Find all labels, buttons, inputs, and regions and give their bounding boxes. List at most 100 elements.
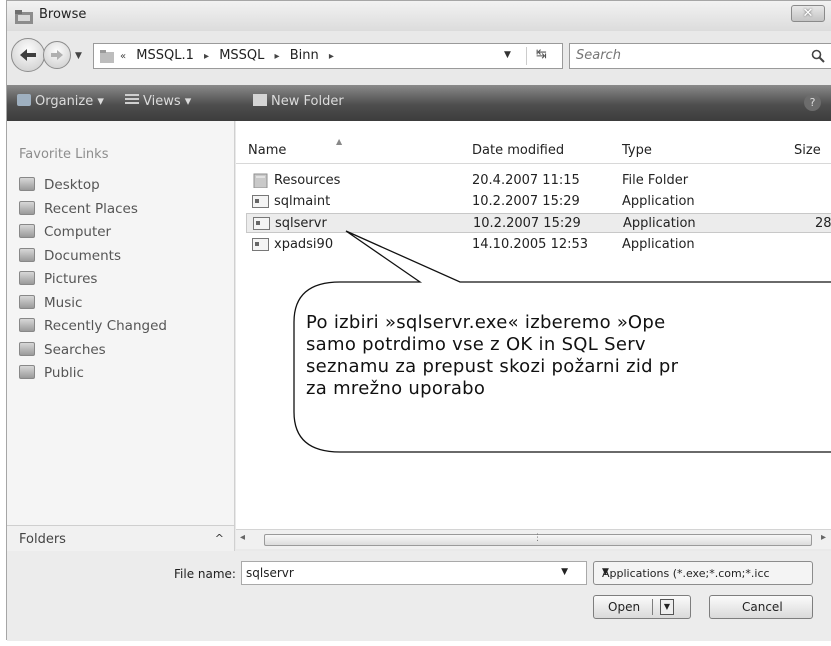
views-button[interactable]: Views ▾ [125, 94, 191, 109]
file-type-select[interactable]: Applications (*.exe;*.com;*.icc ▼ [593, 561, 813, 585]
recent-pages-dropdown[interactable]: ▼ [75, 51, 82, 61]
address-dropdown[interactable]: ▼ [504, 50, 511, 60]
crumb-arrow[interactable]: ▸ [329, 51, 334, 62]
split-divider [652, 599, 653, 615]
table-row-selected[interactable]: sqlservr 10.2.2007 15:29 Application 28 [246, 213, 831, 233]
file-name-input[interactable] [246, 566, 546, 580]
folder-icon [253, 173, 268, 188]
file-name-label: File name: [174, 567, 236, 581]
sidebar-item-computer[interactable]: Computer [19, 224, 167, 248]
address-row: ▼ « MSSQL.1 ▸ MSSQL ▸ Binn ▸ ▼ ↹ [7, 31, 831, 81]
file-type: File Folder [622, 173, 689, 188]
crumb-binn[interactable]: Binn [290, 48, 319, 63]
table-row[interactable]: xpadsi90 14.10.2005 12:53 Application [246, 235, 831, 255]
overflow-chevron[interactable]: « [120, 51, 126, 62]
horizontal-scrollbar[interactable]: ◂ ⋮ ▸ [236, 529, 831, 549]
crumb-mssql1[interactable]: MSSQL.1 [136, 48, 194, 63]
public-folder-icon [19, 365, 35, 379]
command-toolbar: Organize ▾ Views ▾ New Folder ? [7, 85, 831, 121]
sidebar-item-label: Documents [44, 247, 121, 264]
file-size: 28 [815, 216, 831, 231]
folders-toggle[interactable]: Folders ^ [7, 525, 235, 553]
sidebar-item-pictures[interactable]: Pictures [19, 271, 167, 295]
views-label: Views ▾ [143, 94, 192, 109]
sidebar-item-documents[interactable]: Documents [19, 247, 167, 272]
desktop-icon [19, 177, 35, 191]
scroll-right-icon[interactable]: ▸ [821, 532, 826, 543]
sort-indicator-icon: ▲ [336, 137, 343, 146]
cancel-label: Cancel [742, 600, 783, 614]
file-list: ▲ Name Date modified Type Size Resources… [236, 121, 831, 529]
crumb-arrow[interactable]: ▸ [204, 51, 209, 62]
back-button[interactable] [11, 38, 45, 72]
sidebar-item-label: Pictures [44, 271, 98, 287]
column-header-type[interactable]: Type [622, 143, 652, 158]
new-folder-label: New Folder [271, 94, 344, 109]
file-type: Application [622, 237, 695, 252]
search-icon[interactable] [811, 49, 825, 63]
sidebar-item-label: Public [44, 365, 84, 381]
file-date: 14.10.2005 12:53 [472, 237, 589, 252]
file-date: 10.2.2007 15:29 [473, 216, 581, 231]
sidebar-item-desktop[interactable]: Desktop [19, 177, 167, 201]
browse-dialog: Browse ✕ ▼ « MSSQL.1 ▸ MSSQL ▸ Binn ▸ ▼ … [6, 0, 831, 641]
crumb-mssql[interactable]: MSSQL [219, 48, 264, 63]
application-icon [253, 217, 270, 230]
file-type: Application [622, 194, 695, 209]
organize-icon [17, 94, 31, 106]
music-icon [19, 294, 35, 309]
column-header-date[interactable]: Date modified [472, 143, 564, 158]
table-row[interactable]: sqlmaint 10.2.2007 15:29 Application [246, 192, 831, 212]
arrow-right-icon [51, 50, 63, 60]
file-type: Application [623, 216, 696, 231]
file-name: sqlmaint [274, 194, 331, 209]
application-icon [252, 238, 269, 251]
scroll-left-icon[interactable]: ◂ [240, 532, 245, 543]
cancel-button[interactable]: Cancel [709, 595, 813, 619]
sidebar-item-public[interactable]: Public [19, 365, 167, 389]
open-options-icon[interactable]: ▼ [660, 599, 674, 615]
sidebar-item-label: Recent Places [44, 200, 138, 217]
documents-icon [19, 247, 35, 262]
close-button[interactable]: ✕ [791, 5, 825, 22]
table-row[interactable]: Resources 20.4.2007 11:15 File Folder [246, 171, 831, 191]
new-folder-button[interactable]: New Folder [253, 94, 344, 109]
folders-label: Folders [19, 532, 66, 547]
chevron-down-icon: ▼ [602, 567, 609, 577]
chevron-down-icon[interactable]: ▼ [561, 567, 568, 577]
folder-icon [15, 10, 33, 24]
sidebar-item-searches[interactable]: Searches [19, 341, 167, 366]
favorite-links-list: Desktop Recent Places Computer Documents… [19, 177, 167, 389]
sidebar-item-music[interactable]: Music [19, 294, 167, 319]
crumb-arrow[interactable]: ▸ [275, 51, 280, 62]
open-button[interactable]: Open ▼ [593, 595, 691, 619]
column-header-name[interactable]: Name [248, 143, 286, 158]
grip-icon: ⋮ [533, 533, 542, 543]
searches-icon [19, 341, 35, 356]
sidebar-item-recent-places[interactable]: Recent Places [19, 200, 167, 225]
computer-icon [19, 224, 35, 238]
search-input[interactable] [576, 48, 796, 63]
organize-button[interactable]: Organize ▾ [17, 94, 104, 109]
chevron-up-icon: ^ [214, 532, 224, 545]
sidebar-item-label: Computer [44, 224, 112, 240]
recent-places-icon [19, 200, 35, 215]
scrollbar-thumb[interactable]: ⋮ [264, 533, 812, 546]
views-icon [125, 94, 139, 106]
pictures-icon [19, 271, 35, 285]
refresh-icon[interactable]: ↹ [526, 47, 556, 65]
sidebar-item-label: Searches [44, 341, 106, 358]
help-icon[interactable]: ? [804, 94, 821, 111]
header-divider [236, 163, 831, 164]
sidebar-item-recently-changed[interactable]: Recently Changed [19, 318, 167, 342]
address-bar[interactable]: « MSSQL.1 ▸ MSSQL ▸ Binn ▸ ▼ ↹ [93, 43, 563, 69]
window-title: Browse [39, 7, 87, 22]
sidebar-item-label: Music [44, 294, 83, 311]
file-date: 20.4.2007 11:15 [472, 173, 580, 188]
forward-button[interactable] [43, 41, 71, 69]
column-header-size[interactable]: Size [794, 143, 821, 158]
open-label: Open [608, 600, 641, 614]
new-folder-icon [253, 94, 267, 106]
file-name-field[interactable]: ▼ [241, 561, 587, 585]
sidebar-item-label: Desktop [44, 177, 100, 193]
